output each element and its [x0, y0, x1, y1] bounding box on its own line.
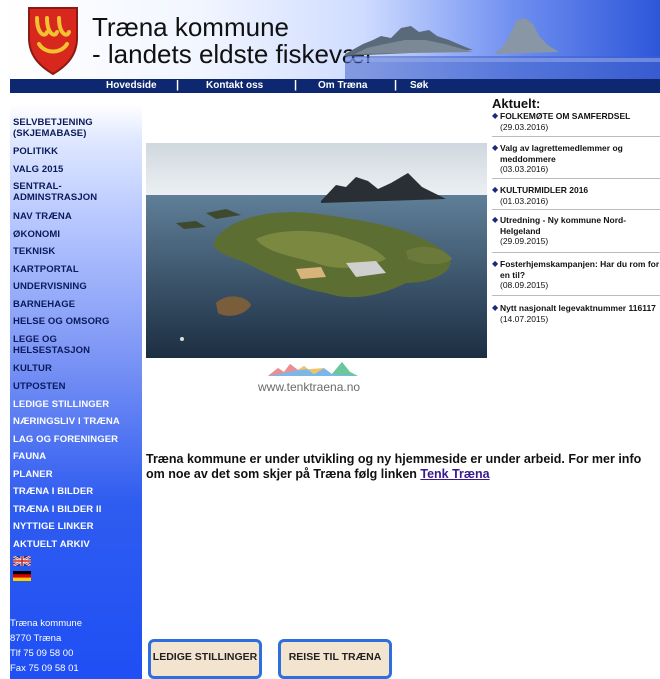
- news-date: (08.09.2015): [500, 280, 549, 290]
- bullet-icon: ◆: [492, 185, 499, 194]
- intro-paragraph: Træna kommune er under utvikling og ny h…: [146, 452, 646, 482]
- button-label: LEDIGE STILLINGER: [152, 651, 258, 663]
- german-flag-icon[interactable]: [13, 571, 31, 581]
- news-title: KULTURMIDLER 2016: [500, 185, 589, 195]
- nav-om-traena[interactable]: Om Træna: [318, 80, 367, 91]
- sidebar-item-naeringsliv[interactable]: NÆRINGSLIV I TRÆNA: [13, 416, 120, 427]
- nav-kontakt-oss[interactable]: Kontakt oss: [206, 80, 263, 91]
- sidebar-item-traena-i-bilder-ii[interactable]: TRÆNA I BILDER II: [13, 504, 101, 515]
- sidebar-item-lag-og-foreninger[interactable]: LAG OG FORENINGER: [13, 434, 118, 445]
- news-item-valg-lagrettemedlemmer[interactable]: ◆ Valg av lagrettemedlemmer og meddommere…: [492, 143, 660, 174]
- news-item-kulturmidler[interactable]: ◆ KULTURMIDLER 2016 (01.03.2016): [492, 185, 660, 206]
- bullet-icon: ◆: [492, 215, 499, 224]
- bullet-icon: ◆: [492, 111, 499, 120]
- news-item-folkemote[interactable]: ◆ FOLKEMØTE OM SAMFERDSEL (29.03.2016): [492, 111, 660, 132]
- news-divider: [492, 178, 660, 179]
- news-date: (14.07.2015): [500, 313, 549, 324]
- sidebar-item-nyttige-linker[interactable]: NYTTIGE LINKER: [13, 521, 94, 532]
- address-name: Træna kommune: [10, 618, 82, 629]
- reise-til-traena-button[interactable]: REISE TIL TRÆNA: [278, 639, 392, 679]
- sidebar-item-helse-og-omsorg[interactable]: HELSE OG OMSORG: [13, 316, 110, 327]
- sidebar-item-okonomi[interactable]: ØKONOMI: [13, 229, 60, 240]
- sidebar-item-teknisk[interactable]: TEKNISK: [13, 246, 55, 257]
- sidebar-item-politikk[interactable]: POLITIKK: [13, 146, 58, 157]
- news-divider: [492, 209, 660, 210]
- intro-text: Træna kommune er under utvikling og ny h…: [146, 452, 642, 481]
- news-date: (03.03.2016): [500, 164, 549, 174]
- news-title: Valg av lagrettemedlemmer og meddommere: [500, 143, 623, 164]
- news-title: Nytt nasjonalt legevaktnummer 116117: [500, 303, 656, 313]
- news-date: (01.03.2016): [500, 195, 549, 206]
- top-navigation: Hovedside | Kontakt oss | Om Træna | Søk: [10, 79, 660, 93]
- news-title: Utredning - Ny kommune Nord-Helgeland: [500, 215, 627, 236]
- news-item-fosterhjemskampanjen[interactable]: ◆ Fosterhjemskampanjen: Har du rom for en…: [492, 259, 660, 290]
- sidebar-item-utposten[interactable]: UTPOSTEN: [13, 381, 66, 392]
- uk-flag-icon[interactable]: [13, 556, 31, 566]
- sidebar-item-aktuelt-arkiv[interactable]: AKTUELT ARKIV: [13, 539, 90, 550]
- tenk-traena-url[interactable]: www.tenktraena.no: [258, 380, 360, 394]
- sidebar-item-fauna[interactable]: FAUNA: [13, 451, 46, 462]
- news-divider: [492, 252, 660, 253]
- news-divider: [492, 136, 660, 137]
- address-fax: Fax 75 09 58 01: [10, 663, 79, 674]
- news-title: Fosterhjemskampanjen: Har du rom for en …: [500, 259, 660, 280]
- sidebar-item-selvbetjening[interactable]: SELVBETJENING (SKJEMABASE): [13, 117, 113, 139]
- site-title: Træna kommune: [92, 12, 289, 42]
- address-postal: 8770 Træna: [10, 633, 62, 644]
- bullet-icon: ◆: [492, 303, 499, 312]
- sidebar-item-sentral-adminstrasjon[interactable]: SENTRAL-ADMINSTRASJON: [13, 181, 108, 203]
- news-title: FOLKEMØTE OM SAMFERDSEL: [500, 111, 631, 121]
- news-item-legevaktnummer[interactable]: ◆ Nytt nasjonalt legevaktnummer 116117 (1…: [492, 303, 660, 324]
- news-item-utredning[interactable]: ◆ Utredning - Ny kommune Nord-Helgeland (…: [492, 215, 660, 246]
- sidebar-item-traena-i-bilder[interactable]: TRÆNA I BILDER: [13, 486, 93, 497]
- nav-separator: |: [394, 79, 398, 91]
- sidebar-item-undervisning[interactable]: UNDERVISNING: [13, 281, 87, 292]
- island-aerial-photo: [146, 143, 487, 358]
- sidebar-menu: SELVBETJENING (SKJEMABASE) POLITIKK VALG…: [10, 93, 142, 679]
- nav-separator: |: [176, 79, 180, 91]
- nav-hovedside[interactable]: Hovedside: [106, 80, 157, 91]
- mountain-silhouette-image: [345, 18, 660, 80]
- news-date: (29.03.2016): [500, 121, 549, 132]
- sidebar-item-lege-og-helsestasjon[interactable]: LEGE OG HELSESTASJON: [13, 334, 105, 356]
- news-divider: [492, 295, 660, 296]
- tenk-traena-link[interactable]: Tenk Træna: [420, 467, 489, 481]
- sidebar-item-planer[interactable]: PLANER: [13, 469, 53, 480]
- coat-of-arms-icon: [28, 7, 78, 76]
- button-label: REISE TIL TRÆNA: [288, 651, 382, 663]
- sidebar-item-ledige-stillinger[interactable]: LEDIGE STILLINGER: [13, 399, 109, 410]
- nav-sok[interactable]: Søk: [410, 80, 428, 91]
- ledige-stillinger-button[interactable]: LEDIGE STILLINGER: [148, 639, 262, 679]
- bullet-icon: ◆: [492, 259, 499, 268]
- sidebar-item-kultur[interactable]: KULTUR: [13, 363, 52, 374]
- nav-separator: |: [294, 79, 298, 91]
- address-phone: Tlf 75 09 58 00: [10, 648, 74, 659]
- sidebar-item-kartportal[interactable]: KARTPORTAL: [13, 264, 79, 275]
- sidebar-item-barnehage[interactable]: BARNEHAGE: [13, 299, 75, 310]
- sidebar-item-nav-traena[interactable]: NAV TRÆNA: [13, 211, 72, 222]
- site-header: Træna kommune - landets eldste fiskevær: [0, 0, 660, 80]
- site-subtitle: - landets eldste fiskevær: [92, 39, 374, 69]
- news-date: (29.09.2015): [500, 236, 549, 246]
- sidebar-item-valg-2015[interactable]: VALG 2015: [13, 164, 63, 175]
- bullet-icon: ◆: [492, 143, 499, 152]
- news-heading: Aktuelt:: [492, 96, 541, 111]
